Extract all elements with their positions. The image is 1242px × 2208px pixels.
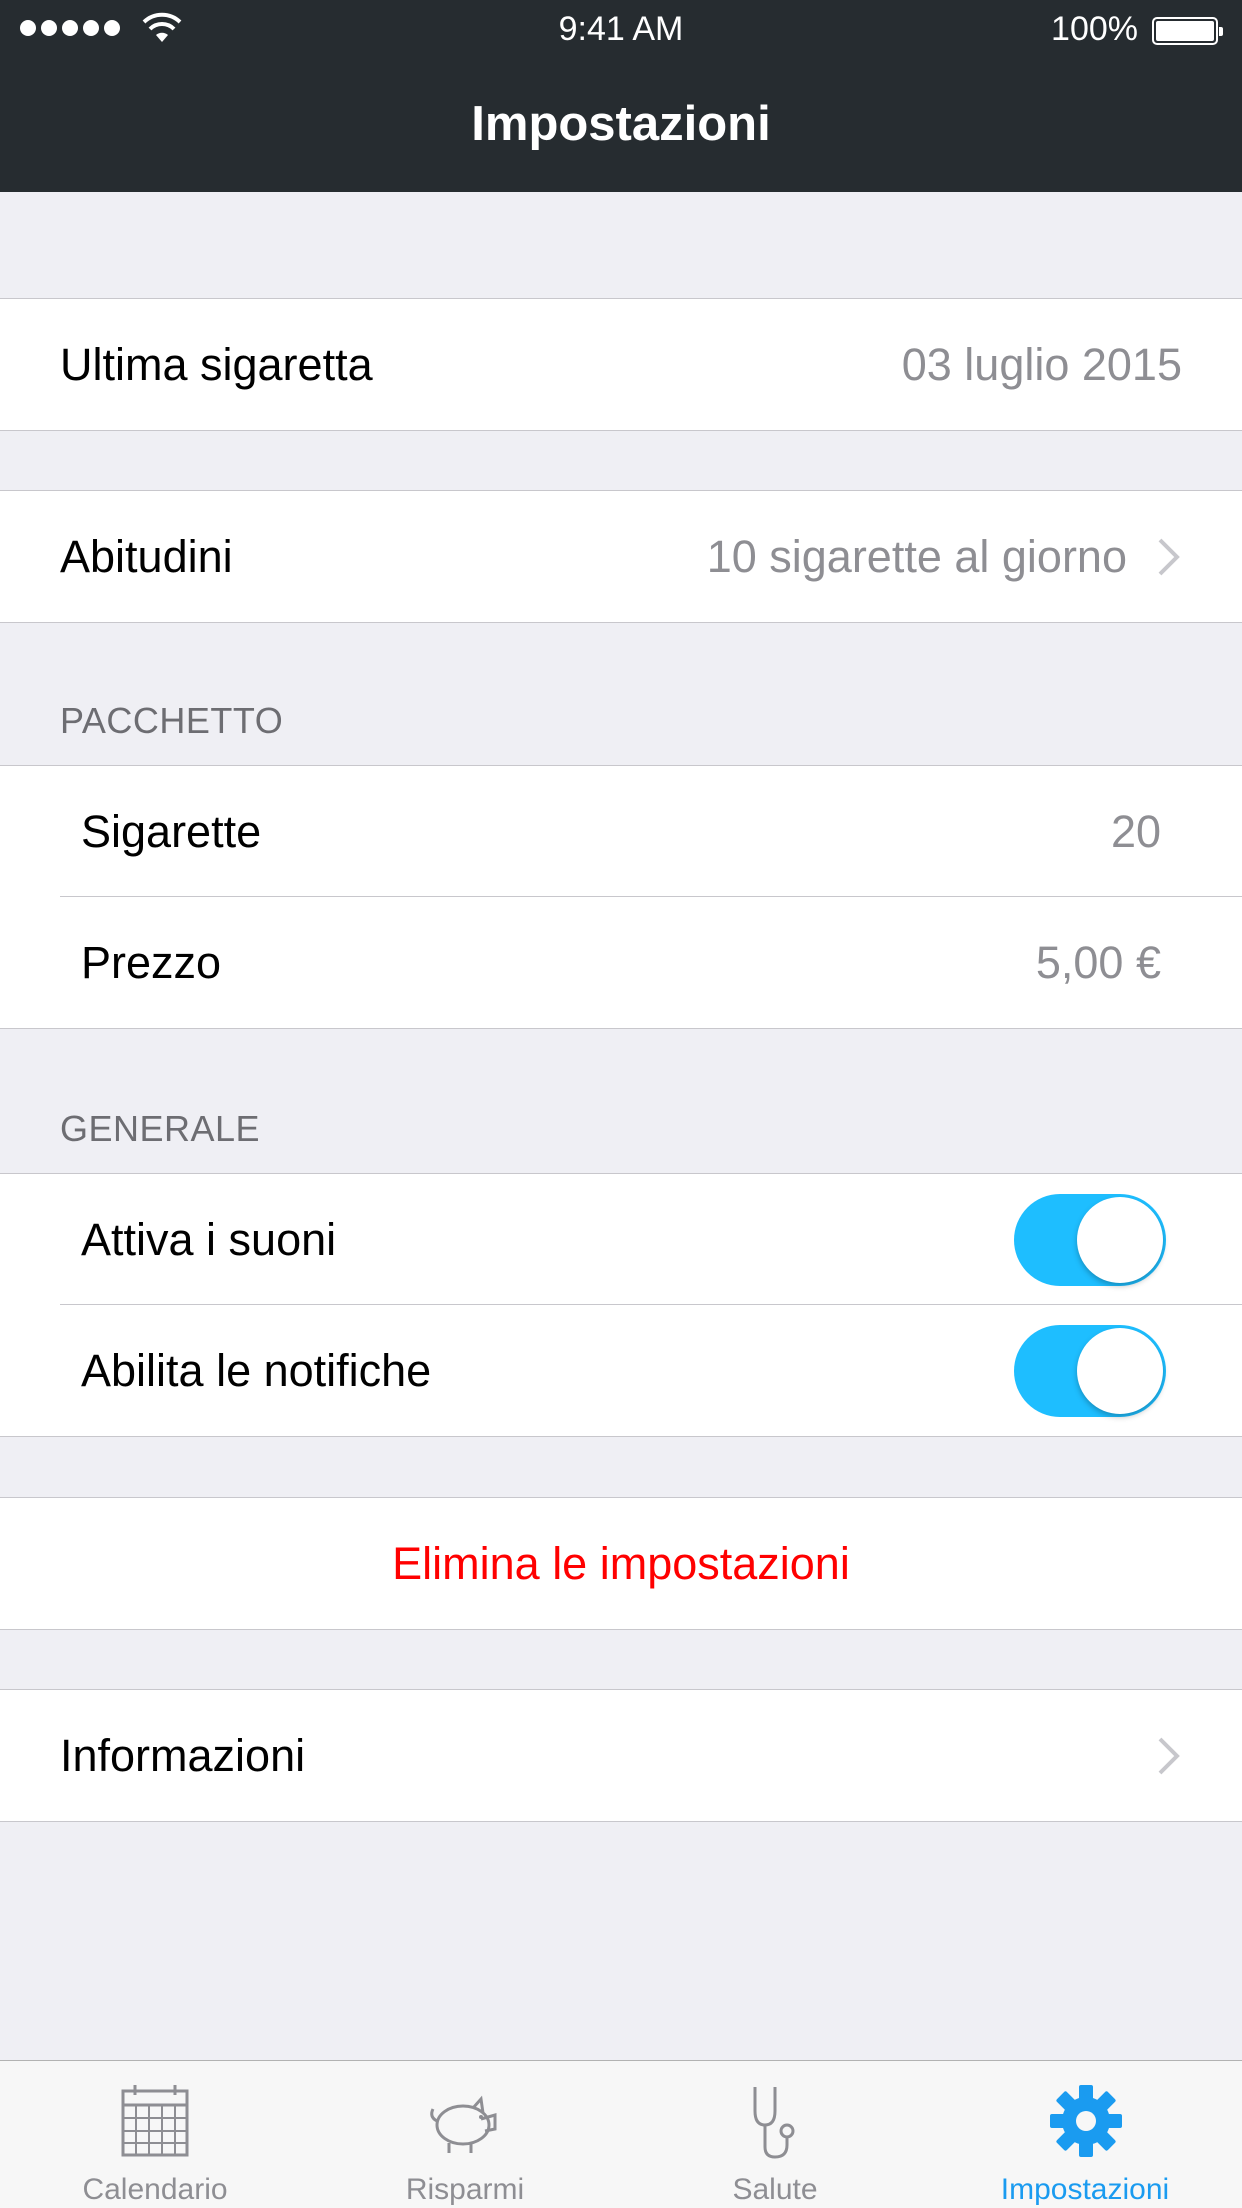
- habits-row[interactable]: Abitudini 10 sigarette al giorno: [0, 491, 1242, 622]
- calendar-icon: [121, 2085, 189, 2157]
- last-cigarette-date: 03 luglio 2015: [901, 338, 1182, 390]
- package-section-header: PACCHETTO: [60, 700, 284, 741]
- cigarettes-row[interactable]: Sigarette 20: [0, 766, 1242, 897]
- last-cigarette-label: Ultima sigaretta: [60, 338, 373, 390]
- page-title: Impostazioni: [471, 97, 771, 151]
- general-section-header: GENERALE: [60, 1108, 261, 1149]
- habits-value: 10 sigarette al giorno: [706, 530, 1127, 582]
- sounds-row: Attiva i suoni: [0, 1174, 1242, 1305]
- status-bar: 9:41 AM 100%: [0, 0, 1242, 60]
- stethoscope-icon: [753, 2087, 795, 2159]
- sounds-label: Attiva i suoni: [81, 1213, 337, 1265]
- notifications-row: Abilita le notifiche: [0, 1305, 1242, 1436]
- last-cigarette-group: Ultima sigaretta 03 luglio 2015: [0, 298, 1242, 431]
- tab-salute[interactable]: Salute: [620, 2061, 930, 2208]
- piggy-bank-icon: [430, 2095, 497, 2153]
- general-group: Attiva i suoni Abilita le notifiche: [0, 1173, 1242, 1437]
- reset-settings-button[interactable]: Elimina le impostazioni: [0, 1498, 1242, 1629]
- battery-icon: [1152, 17, 1223, 45]
- tab-label: Impostazioni: [1000, 2173, 1170, 2206]
- notifications-label: Abilita le notifiche: [81, 1344, 432, 1396]
- tab-risparmi[interactable]: Risparmi: [310, 2061, 620, 2208]
- tab-label: Risparmi: [405, 2173, 525, 2206]
- tab-label: Salute: [732, 2173, 818, 2206]
- chevron-right-icon: [1158, 538, 1180, 575]
- price-value: 5,00 €: [1035, 936, 1161, 988]
- tab-label: Calendario: [82, 2173, 228, 2206]
- navigation-header: 9:41 AM 100% Impostazioni: [0, 0, 1242, 192]
- sounds-toggle[interactable]: [1014, 1193, 1166, 1286]
- cigarettes-label: Sigarette: [81, 805, 262, 857]
- reset-settings-label: Elimina le impostazioni: [392, 1537, 850, 1589]
- cigarettes-value: 20: [1110, 805, 1161, 857]
- chevron-right-icon: [1158, 1737, 1180, 1774]
- notifications-toggle[interactable]: [1014, 1324, 1166, 1417]
- tab-impostazioni[interactable]: Impostazioni: [930, 2061, 1242, 2208]
- package-group: Sigarette 20 Prezzo 5,00 €: [0, 765, 1242, 1029]
- habits-group: Abitudini 10 sigarette al giorno: [0, 490, 1242, 623]
- info-row[interactable]: Informazioni: [0, 1690, 1242, 1821]
- price-label: Prezzo: [81, 936, 222, 988]
- tab-bar: Calendario Risparmi Salute Impostazioni: [0, 2060, 1242, 2208]
- battery-percentage: 100%: [1051, 10, 1138, 48]
- last-cigarette-row[interactable]: Ultima sigaretta 03 luglio 2015: [0, 299, 1242, 430]
- habits-label: Abitudini: [60, 530, 233, 582]
- info-label: Informazioni: [60, 1729, 306, 1781]
- price-row[interactable]: Prezzo 5,00 €: [0, 897, 1242, 1028]
- gear-icon: [1050, 2085, 1122, 2157]
- tab-calendario[interactable]: Calendario: [0, 2061, 310, 2208]
- reset-group: Elimina le impostazioni: [0, 1497, 1242, 1630]
- info-group: Informazioni: [0, 1689, 1242, 1822]
